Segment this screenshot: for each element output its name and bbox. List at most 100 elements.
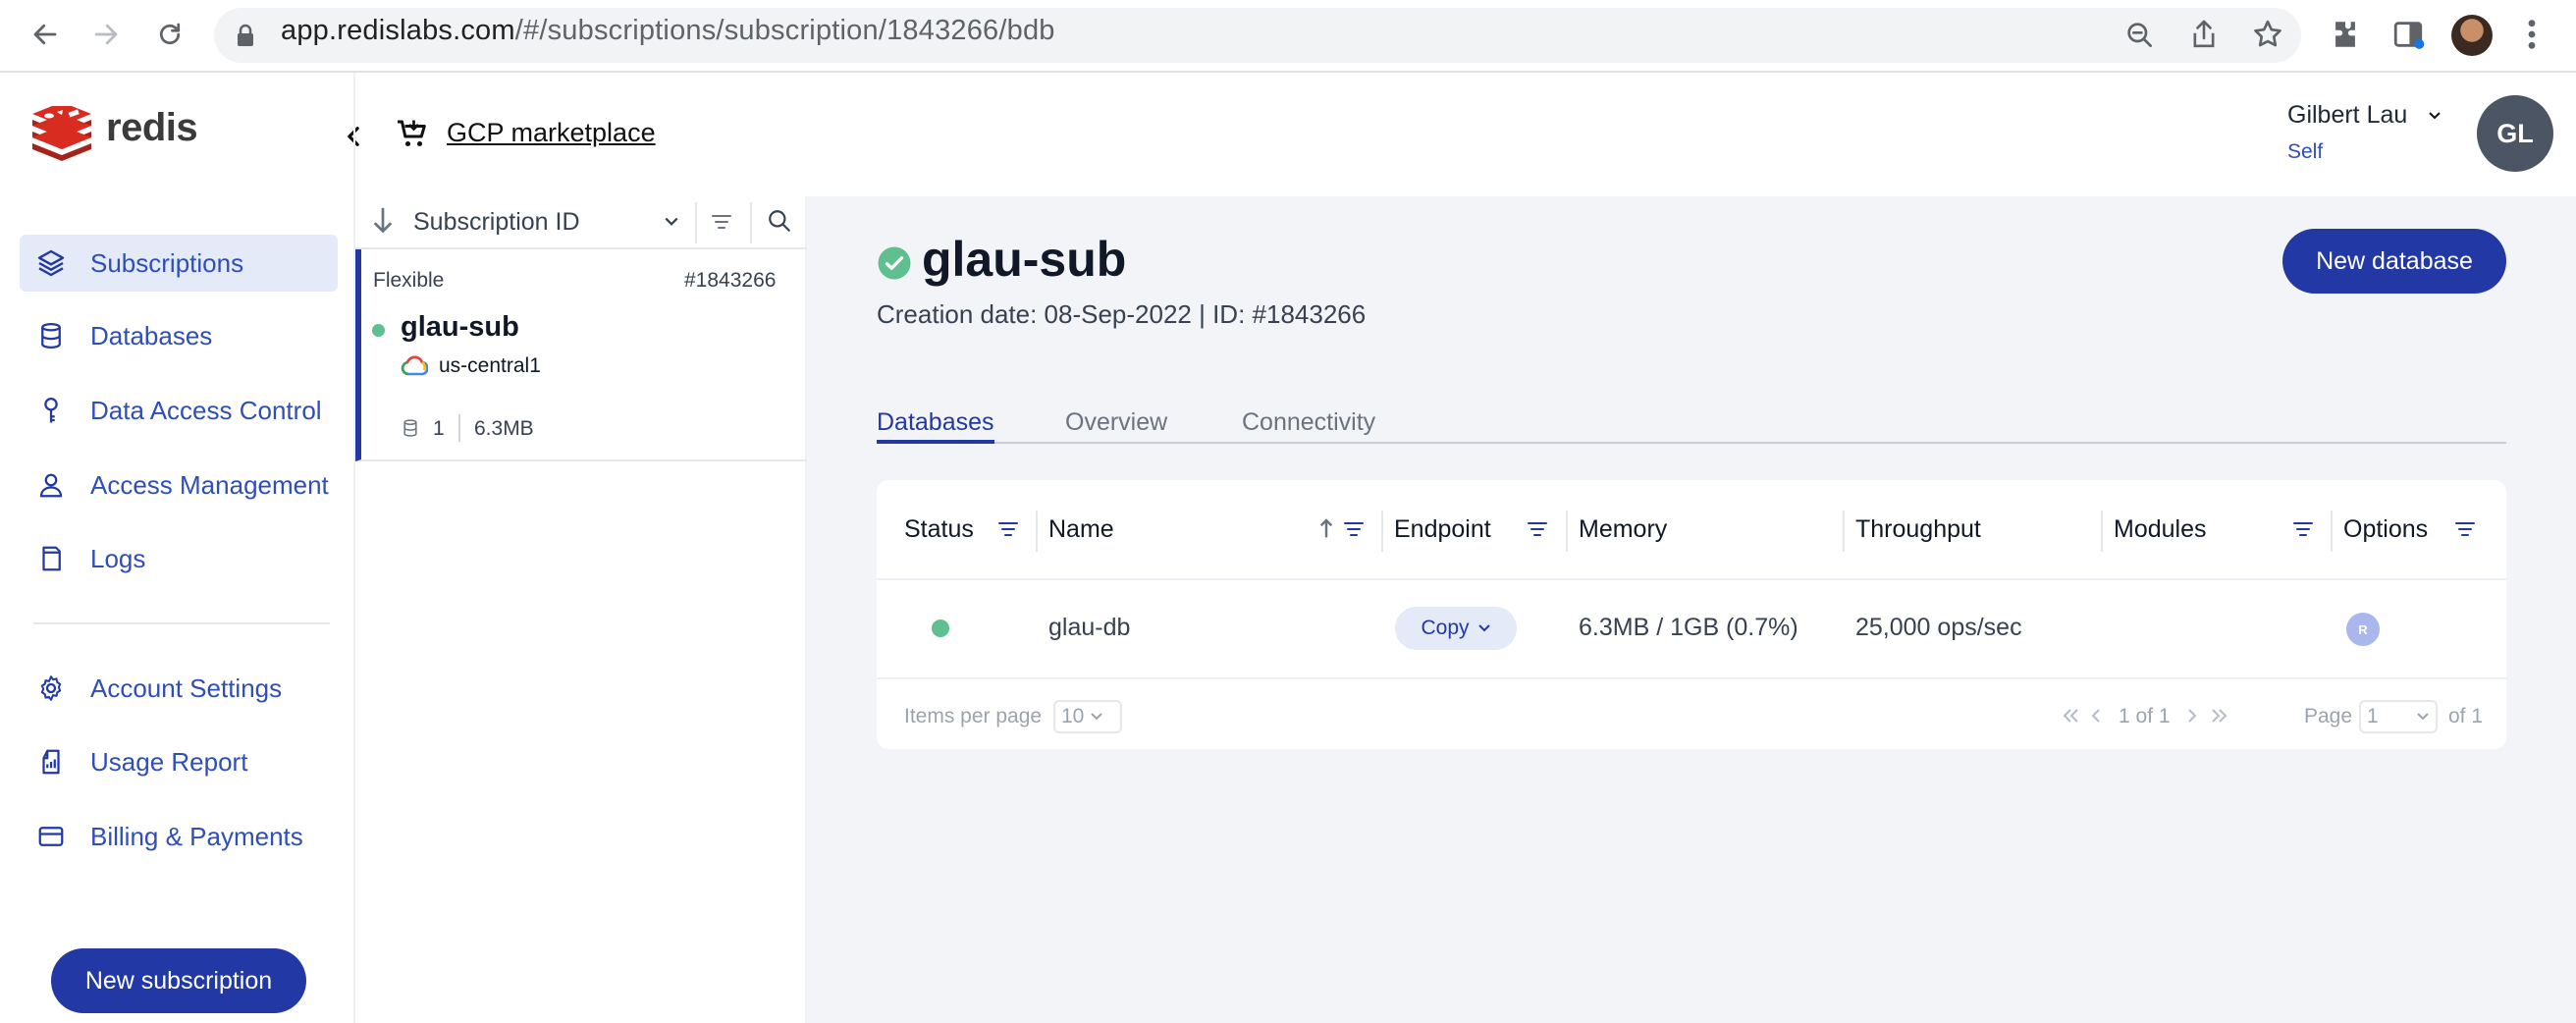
tab-overview[interactable]: Overview [1065,408,1167,437]
separator [458,414,460,442]
extensions-icon[interactable] [2329,18,2362,51]
column-separator [1566,511,1568,552]
sidepanel-icon[interactable] [2391,18,2425,51]
page-range: 1 of 1 [2119,705,2171,727]
sort-arrow-icon[interactable] [371,206,395,236]
sidebar-item-billing-payments[interactable]: Billing & Payments [20,808,338,865]
sidebar-item-access-management[interactable]: Access Management [20,457,338,513]
new-subscription-button[interactable]: New subscription [51,948,306,1013]
column-separator [2331,511,2333,552]
last-page-icon[interactable] [2209,707,2228,725]
status-ok-icon [877,245,912,281]
url-text: app.redislabs.com/#/subscriptions/subscr… [281,15,1055,46]
plan-type: Flexible [373,269,445,292]
user-menu[interactable]: Gilbert Lau [2287,101,2442,130]
status-dot [372,324,385,337]
items-per-page-value: 10 [1061,705,1085,727]
share-icon[interactable] [2188,18,2220,51]
sidebar-item-databases[interactable]: Databases [20,307,338,364]
subscription-meta: Creation date: 08-Sep-2022 | ID: #184326… [877,299,1367,329]
tab-databases[interactable]: Databases [877,408,994,437]
column-separator [1843,511,1845,552]
browser-menu-icon[interactable] [2527,18,2537,51]
filter-icon[interactable] [711,212,732,232]
sidebar-item-label: Account Settings [90,673,283,703]
database-name[interactable]: glau-db [1048,614,1130,642]
module-badge[interactable]: R [2346,613,2380,646]
filter-icon[interactable] [2292,520,2314,538]
sidebar-item-label: Usage Report [90,746,248,777]
column-header-name[interactable]: Name [1048,515,1114,544]
new-database-button[interactable]: New database [2282,229,2506,294]
sidebar-item-subscriptions[interactable]: Subscriptions [20,235,338,292]
search-icon[interactable] [767,208,792,234]
copy-endpoint-button[interactable]: Copy [1395,607,1517,650]
filter-icon[interactable] [1527,520,1548,538]
browser-profile-avatar[interactable] [2451,15,2493,56]
filter-icon[interactable] [2454,520,2476,538]
database-throughput: 25,000 ops/sec [1855,614,2022,641]
column-header-status[interactable]: Status [904,515,974,544]
key-icon [35,395,67,426]
database-icon [35,320,67,351]
column-header-throughput[interactable]: Throughput [1855,515,1981,544]
chevron-down-icon [1477,624,1490,632]
sort-field-label[interactable]: Subscription ID [413,208,580,237]
reload-icon[interactable] [150,15,189,54]
column-header-memory[interactable]: Memory [1579,515,1667,544]
row-divider [877,677,2506,679]
sidebar-item-label: Access Management [90,469,329,500]
sidebar-item-label: Logs [90,543,146,573]
column-header-endpoint[interactable]: Endpoint [1394,515,1491,544]
header-divider [877,578,2506,580]
sidebar-item-label: Data Access Control [90,395,322,425]
gear-icon [35,673,67,704]
page-select[interactable]: 1 [2359,700,2438,733]
sidebar-item-usage-report[interactable]: Usage Report [20,733,338,790]
sidebar-item-label: Databases [90,320,213,350]
filter-icon[interactable] [1343,520,1365,538]
tab-connectivity[interactable]: Connectivity [1242,408,1375,437]
first-page-icon[interactable] [2062,707,2081,725]
sidebar-item-label: Billing & Payments [90,821,303,851]
user-avatar[interactable]: GL [2477,95,2553,172]
layers-icon [35,247,67,279]
column-header-modules[interactable]: Modules [2114,515,2207,544]
prev-page-icon[interactable] [2089,707,2103,725]
forward-icon[interactable] [86,15,126,54]
lock-icon [236,24,255,47]
gcp-marketplace-link[interactable]: GCP marketplace [447,118,656,148]
chevron-down-icon [2417,713,2429,721]
card-icon [35,821,67,852]
sidebar-item-logs[interactable]: Logs [20,530,338,587]
items-per-page-select[interactable]: 10 [1053,700,1122,733]
items-per-page-label: Items per page [904,705,1043,727]
report-icon [35,746,67,778]
bookmark-star-icon[interactable] [2251,18,2284,51]
chevron-down-icon[interactable] [664,216,679,228]
back-icon[interactable] [26,15,65,54]
filter-icon[interactable] [997,520,1019,538]
sidebar-divider [33,622,330,624]
chevron-down-icon [2429,112,2441,120]
database-memory: 6.3MB / 1GB (0.7%) [1579,614,1798,641]
sidebar-item-account-settings[interactable]: Account Settings [20,660,338,717]
subscription-id: #1843266 [684,269,777,292]
user-role: Self [2287,140,2324,163]
subscription-name: glau-sub [401,311,519,343]
column-separator [1381,511,1383,552]
zoom-icon[interactable] [2124,20,2156,51]
toolbar-separator [695,202,697,243]
status-dot [932,619,949,637]
next-page-icon[interactable] [2185,707,2199,725]
user-icon [35,469,67,501]
subscription-size: 6.3MB [474,417,534,440]
region: us-central1 [439,354,541,377]
database-icon [401,416,420,440]
sidebar-item-data-access-control[interactable]: Data Access Control [20,382,338,439]
cart-icon [395,116,430,151]
sort-up-icon[interactable] [1318,516,1334,540]
column-header-options[interactable]: Options [2343,515,2428,544]
active-tab-indicator [877,440,994,444]
toolbar-separator [750,202,752,243]
